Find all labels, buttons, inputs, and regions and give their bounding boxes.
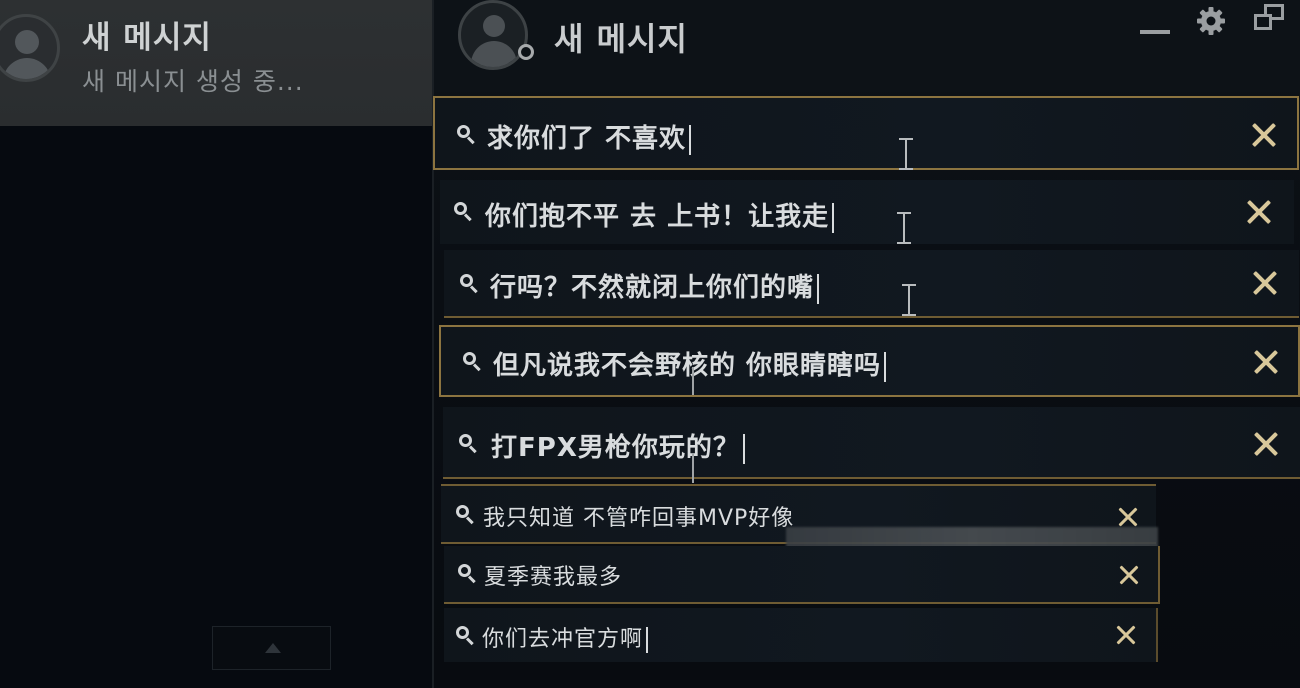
search-input[interactable]: 夏季赛我最多: [484, 559, 622, 591]
status-indicator: [518, 44, 534, 60]
search-text: 行吗？不然就闭上你们的嘴: [490, 273, 815, 303]
search-bar-5[interactable]: 打FPX男枪你玩的？: [443, 407, 1300, 479]
conversation-list-panel: 새 메시지 새 메시지 생성 중...: [0, 0, 432, 688]
search-input[interactable]: 打FPX男枪你玩的？: [491, 427, 745, 464]
avatar-head: [15, 30, 39, 54]
search-icon: [460, 274, 480, 294]
search-text: 打FPX男枪你玩的？: [491, 433, 740, 463]
gear-icon[interactable]: [1196, 6, 1226, 36]
search-text: 你们抱不平 去 上书！让我走: [485, 202, 830, 232]
search-text: 你们去冲官方啊: [482, 627, 644, 652]
search-input[interactable]: 求你们了 不喜欢: [487, 118, 692, 155]
search-bar-3[interactable]: 行吗？不然就闭上你们的嘴: [444, 250, 1299, 318]
search-icon: [459, 434, 479, 454]
close-icon[interactable]: [1253, 349, 1279, 375]
text-caret: [884, 351, 887, 382]
search-input[interactable]: 行吗？不然就闭上你们的嘴: [490, 267, 820, 304]
search-icon: [456, 505, 476, 525]
search-icon: [463, 352, 483, 372]
text-caret: [646, 627, 649, 653]
conversation-status: 새 메시지 생성 중...: [82, 67, 304, 96]
conversation-title: 새 메시지: [82, 20, 212, 56]
close-icon[interactable]: [1252, 270, 1278, 296]
minimize-icon[interactable]: [1140, 18, 1170, 34]
avatar-body: [471, 41, 517, 67]
search-bar-2[interactable]: 你们抱不平 去 上书！让我走: [440, 180, 1294, 244]
search-text: 求你们了 不喜欢: [487, 124, 687, 154]
text-cursor-icon: [899, 138, 913, 170]
search-icon: [457, 125, 477, 145]
search-input[interactable]: 但凡说我不会野核的 你眼睛瞎吗: [493, 345, 887, 382]
search-icon: [456, 626, 476, 646]
avatar-body: [3, 58, 51, 79]
text-cursor-icon: [692, 453, 694, 483]
chat-window-title: 새 메시지: [554, 20, 688, 58]
close-icon[interactable]: [1246, 199, 1272, 225]
restore-icon[interactable]: [1252, 4, 1288, 36]
triangle-up-icon: [265, 643, 281, 653]
search-bar-8[interactable]: 你们去冲官方啊: [444, 608, 1158, 662]
search-icon: [458, 564, 478, 584]
text-caret: [742, 433, 745, 464]
close-icon[interactable]: [1113, 622, 1139, 648]
avatar-head: [483, 15, 505, 37]
text-caret: [689, 124, 692, 155]
search-input[interactable]: 你们去冲官方啊: [482, 621, 649, 653]
text-cursor-icon: [902, 284, 916, 316]
chat-window-header: 새 메시지: [434, 0, 1300, 92]
search-icon: [454, 202, 474, 222]
search-input[interactable]: 你们抱不平 去 上书！让我走: [485, 196, 835, 233]
close-icon[interactable]: [1251, 122, 1277, 148]
close-icon[interactable]: [1116, 562, 1142, 588]
search-bar-1[interactable]: 求你们了 不喜欢: [433, 96, 1299, 170]
avatar: [0, 14, 60, 82]
conversation-item-new-message[interactable]: 새 메시지 새 메시지 생성 중...: [0, 0, 432, 126]
avatar: [458, 0, 528, 70]
text-caret: [832, 202, 835, 233]
restore-front-window: [1254, 14, 1272, 30]
text-cursor-icon: [897, 212, 911, 244]
close-icon[interactable]: [1253, 431, 1279, 457]
scroll-up-button[interactable]: [212, 626, 331, 670]
text-caret: [817, 273, 820, 304]
search-input[interactable]: 我只知道 不管咋回事MVP好像: [483, 500, 794, 532]
search-text: 但凡说我不会野核的 你眼睛瞎吗: [493, 351, 882, 381]
search-bar-4[interactable]: 但凡说我不会野核的 你眼睛瞎吗: [439, 325, 1300, 397]
search-bar-7[interactable]: 夏季赛我最多: [444, 546, 1160, 604]
text-cursor-icon: [692, 367, 694, 395]
